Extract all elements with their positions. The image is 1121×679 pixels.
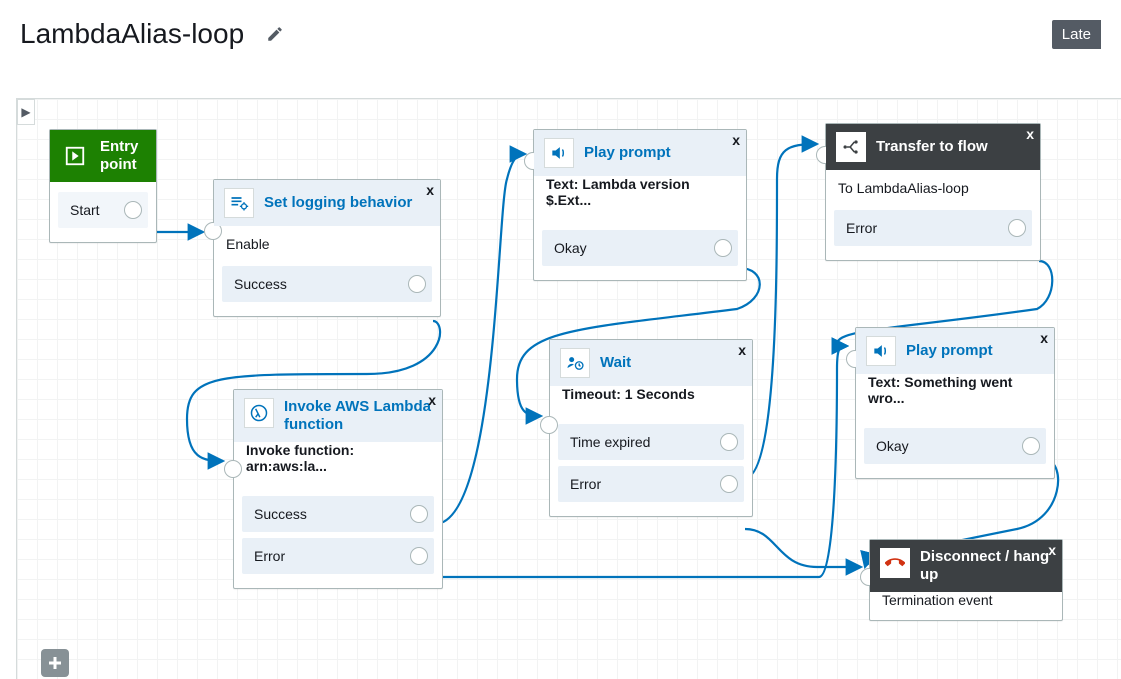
user-clock-icon xyxy=(560,348,590,378)
out-okay[interactable]: Okay xyxy=(864,428,1046,464)
node-header[interactable]: Invoke AWS Lambdafunction x xyxy=(234,390,442,442)
flow-canvas[interactable]: ▶ Entrypoint xyxy=(16,98,1121,679)
close-icon[interactable]: x xyxy=(1040,330,1048,346)
connector-port[interactable] xyxy=(1008,219,1026,237)
node-play-prompt-2[interactable]: Play prompt x Text: Something went wro..… xyxy=(855,327,1055,479)
branch-icon xyxy=(836,132,866,162)
node-transfer-to-flow[interactable]: Transfer to flow x To LambdaAlias-loop E… xyxy=(825,123,1041,261)
node-body-text: Timeout: 1 Seconds xyxy=(550,386,752,414)
connector-port[interactable] xyxy=(540,416,558,434)
out-success[interactable]: Success xyxy=(242,496,434,532)
connector-port[interactable] xyxy=(1022,437,1040,455)
node-play-prompt-1[interactable]: Play prompt x Text: Lambda version $.Ext… xyxy=(533,129,747,281)
node-header[interactable]: Play prompt x xyxy=(534,130,746,176)
entry-icon xyxy=(60,141,90,171)
node-header[interactable]: Entrypoint xyxy=(50,130,156,182)
connector-port[interactable] xyxy=(720,475,738,493)
collapse-sidebar-button[interactable]: ▶ xyxy=(17,99,35,125)
node-body-text: Text: Something went wro... xyxy=(856,374,1054,418)
out-error[interactable]: Error xyxy=(242,538,434,574)
node-disconnect[interactable]: Disconnect / hangup x Termination event xyxy=(869,539,1063,621)
out-error[interactable]: Error xyxy=(834,210,1032,246)
connector-port[interactable] xyxy=(408,275,426,293)
zoom-in-button[interactable] xyxy=(41,649,69,677)
node-header[interactable]: Set logging behavior x xyxy=(214,180,440,226)
connector-port[interactable] xyxy=(224,460,242,478)
close-icon[interactable]: x xyxy=(428,392,436,408)
node-body-text: Text: Lambda version $.Ext... xyxy=(534,176,746,220)
node-header[interactable]: Play prompt x xyxy=(856,328,1054,374)
close-icon[interactable]: x xyxy=(426,182,434,198)
out-okay[interactable]: Okay xyxy=(542,230,738,266)
close-icon[interactable]: x xyxy=(1026,126,1034,142)
connector-port[interactable] xyxy=(720,433,738,451)
out-time-expired[interactable]: Time expired xyxy=(558,424,744,460)
edit-title-button[interactable] xyxy=(262,21,288,47)
page-header: LambdaAlias-loop Late xyxy=(0,0,1121,50)
node-body-text: Invoke function: arn:aws:la... xyxy=(234,442,442,486)
node-header[interactable]: Wait x xyxy=(550,340,752,386)
node-header[interactable]: Disconnect / hangup x xyxy=(870,540,1062,592)
node-body-text: To LambdaAlias-loop xyxy=(826,170,1040,200)
node-entry-point[interactable]: Entrypoint Start xyxy=(49,129,157,243)
plus-icon xyxy=(46,654,64,672)
pencil-icon xyxy=(266,25,284,43)
close-icon[interactable]: x xyxy=(1048,542,1056,558)
node-wait[interactable]: Wait x Timeout: 1 Seconds Time expired E… xyxy=(549,339,753,517)
chevron-right-icon: ▶ xyxy=(21,105,30,119)
node-set-logging-behavior[interactable]: Set logging behavior x Enable Success xyxy=(213,179,441,317)
node-header[interactable]: Transfer to flow x xyxy=(826,124,1040,170)
connector-port[interactable] xyxy=(714,239,732,257)
connector-port[interactable] xyxy=(124,201,142,219)
node-invoke-lambda[interactable]: Invoke AWS Lambdafunction x Invoke funct… xyxy=(233,389,443,589)
node-body-text: Termination event xyxy=(870,592,1062,620)
speaker-icon xyxy=(544,138,574,168)
list-gear-icon xyxy=(224,188,254,218)
status-button[interactable]: Late xyxy=(1052,20,1101,49)
close-icon[interactable]: x xyxy=(732,132,740,148)
hangup-icon xyxy=(880,548,910,578)
connector-port[interactable] xyxy=(410,547,428,565)
speaker-icon xyxy=(866,336,896,366)
flow-title: LambdaAlias-loop xyxy=(20,18,244,50)
close-icon[interactable]: x xyxy=(738,342,746,358)
lambda-icon xyxy=(244,398,274,428)
out-success[interactable]: Success xyxy=(222,266,432,302)
connector-port[interactable] xyxy=(410,505,428,523)
out-error[interactable]: Error xyxy=(558,466,744,502)
node-body-text: Enable xyxy=(214,226,440,256)
out-start[interactable]: Start xyxy=(58,192,148,228)
